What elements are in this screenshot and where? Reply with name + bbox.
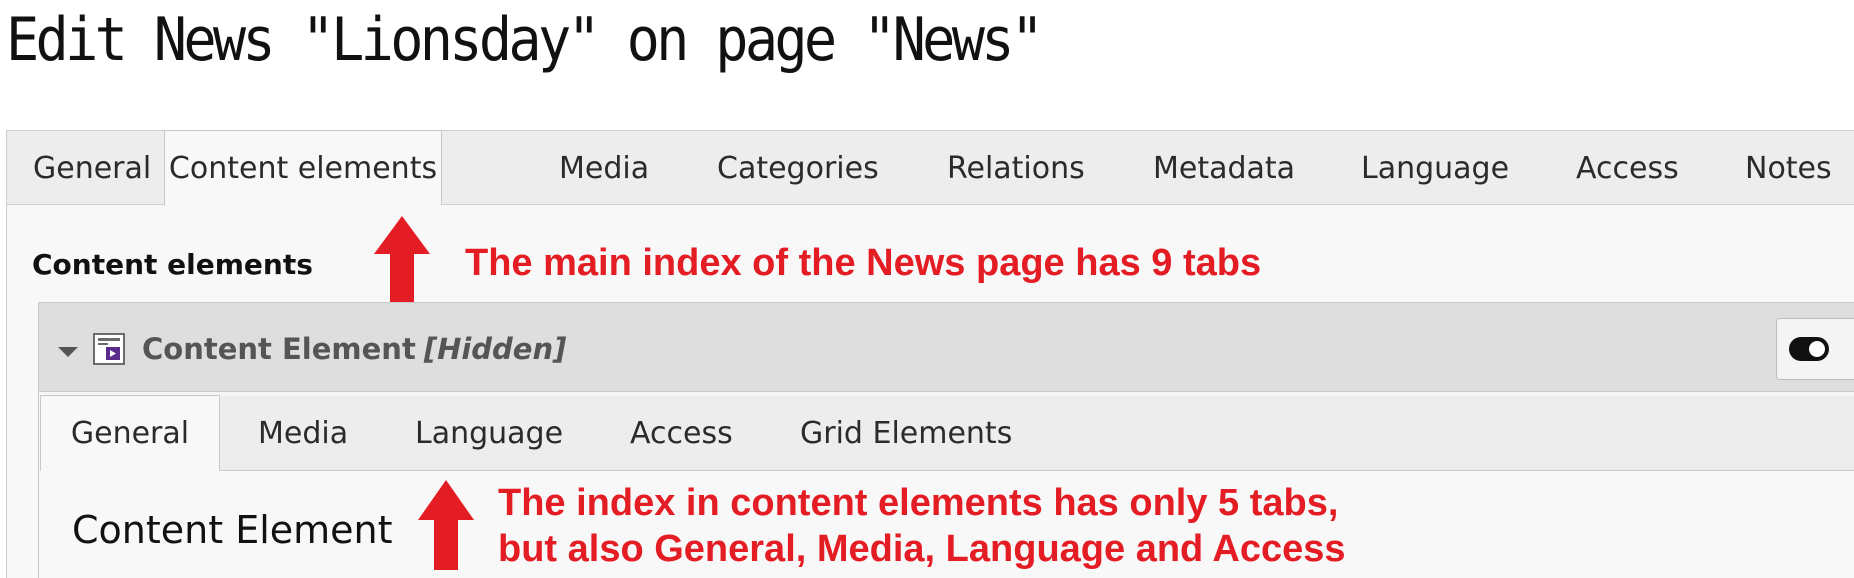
inner-tab-access[interactable]: Access — [630, 396, 733, 470]
inner-tab-general[interactable]: General — [40, 395, 220, 471]
tab-categories[interactable]: Categories — [717, 131, 879, 205]
inner-tab-media[interactable]: Media — [258, 396, 348, 470]
tab-general[interactable]: General — [33, 131, 151, 205]
inner-tab-language[interactable]: Language — [415, 396, 563, 470]
annotation-main-tabs: The main index of the News page has 9 ta… — [465, 242, 1262, 284]
tab-content-elements[interactable]: Content elements — [164, 130, 442, 206]
annotation-inner-tabs-line2: but also General, Media, Language and Ac… — [498, 528, 1346, 570]
annotation-inner-tabs-line1: The index in content elements has only 5… — [498, 482, 1339, 524]
inner-tab-bar: General Media Language Access Grid Eleme… — [40, 395, 1854, 471]
content-element-video-icon — [93, 333, 125, 365]
hidden-flag: [Hidden] — [423, 332, 567, 366]
main-tab-bar: General Content elements Media Categorie… — [6, 130, 1854, 206]
edit-record-page: Edit News "Lionsday" on page "News" Gene… — [0, 0, 1854, 578]
toggle-on-icon — [1789, 337, 1829, 361]
tab-language[interactable]: Language — [1361, 131, 1509, 205]
up-arrow-icon — [374, 216, 430, 302]
tab-relations[interactable]: Relations — [947, 131, 1085, 205]
up-arrow-icon — [418, 480, 474, 570]
visibility-toggle-button[interactable] — [1776, 318, 1854, 380]
inner-tab-grid-elements[interactable]: Grid Elements — [800, 396, 1012, 470]
content-element-title-text: Content Element — [142, 332, 416, 366]
section-heading: Content elements — [32, 248, 313, 281]
tab-media[interactable]: Media — [559, 131, 649, 205]
collapse-caret-icon[interactable] — [58, 347, 78, 357]
page-title: Edit News "Lionsday" on page "News" — [6, 5, 1044, 75]
tab-notes[interactable]: Notes — [1745, 131, 1832, 205]
tab-access[interactable]: Access — [1576, 131, 1679, 205]
tab-metadata[interactable]: Metadata — [1153, 131, 1295, 205]
content-element-title: Content Element [Hidden] — [142, 332, 566, 366]
inner-form-heading: Content Element — [72, 508, 393, 552]
